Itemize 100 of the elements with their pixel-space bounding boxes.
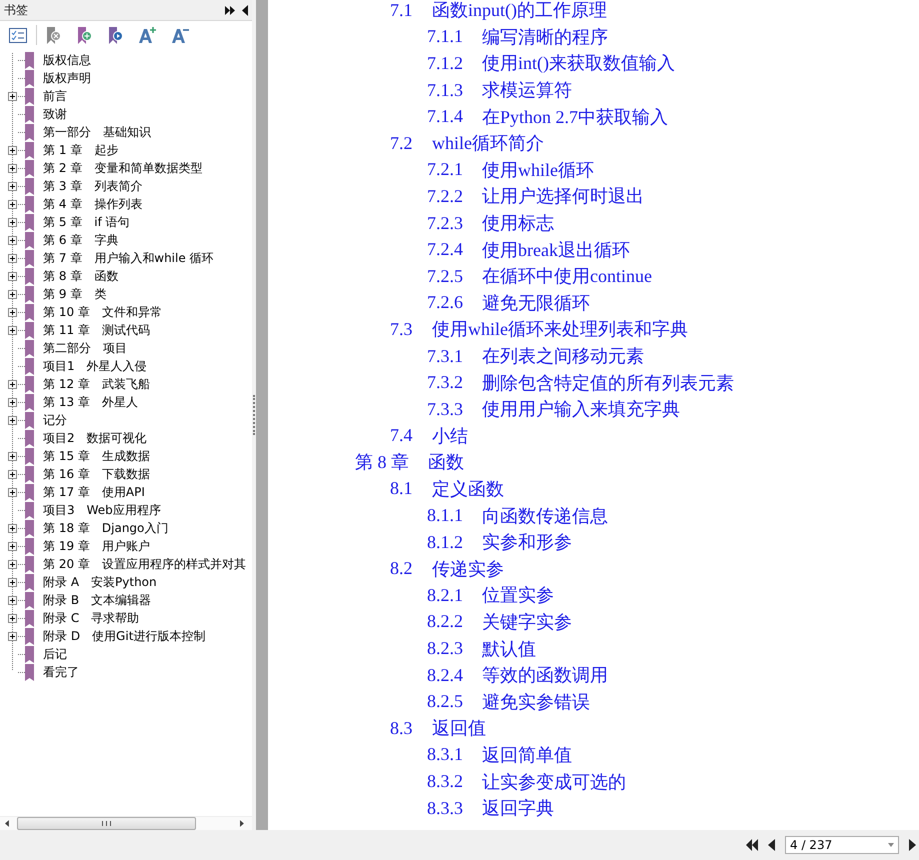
bookmark-item[interactable]: 后记 (43, 646, 67, 662)
bookmark-item[interactable]: 版权声明 (43, 70, 91, 86)
bookmark-item[interactable]: 附录 B 文本编辑器 (43, 592, 152, 608)
bookmark-icon (25, 394, 34, 410)
scrollbar-thumb[interactable] (16, 817, 196, 830)
subsection-title: 默认值 (482, 638, 536, 661)
bookmark-icon (25, 160, 34, 176)
section-number: 7.2 (390, 132, 414, 154)
scroll-right-icon[interactable] (240, 820, 244, 827)
bookmark-item[interactable]: 前言 (43, 88, 67, 104)
subsection-title: 删除包含特定值的所有列表元素 (482, 372, 734, 395)
expand-icon[interactable] (8, 452, 17, 460)
bookmark-item[interactable]: 第 6 章 字典 (43, 232, 118, 248)
expand-icon[interactable] (8, 398, 17, 406)
dropdown-icon[interactable] (888, 843, 894, 847)
bookmark-item[interactable]: 第 10 章 文件和异常 (43, 304, 162, 320)
add-bookmark-icon[interactable] (77, 26, 93, 44)
expand-icon[interactable] (8, 524, 17, 532)
subsection-number: 8.2.4 (427, 664, 464, 686)
bookmark-icon (25, 502, 34, 518)
bookmark-item[interactable]: 第 9 章 类 (43, 286, 106, 302)
bookmark-item[interactable]: 第 7 章 用户输入和while 循环 (43, 250, 214, 266)
bookmark-item[interactable]: 致谢 (43, 106, 67, 122)
subsection-title: 使用int()来获取数值输入 (482, 52, 675, 76)
bookmark-item[interactable]: 附录 A 安装Python (43, 574, 157, 590)
subsection-number: 8.2.1 (427, 584, 464, 606)
panel-title: 书签 (4, 2, 29, 18)
bookmark-item[interactable]: 第二部分 项目 (43, 340, 127, 356)
expand-icon[interactable] (8, 380, 17, 388)
bookmark-item[interactable]: 附录 C 寻求帮助 (43, 610, 140, 626)
bookmark-item[interactable]: 记分 (43, 412, 67, 428)
bookmark-item[interactable]: 第 16 章 下载数据 (43, 466, 150, 482)
expand-icon[interactable] (8, 614, 17, 622)
subsection-title: 求模运算符 (482, 79, 572, 102)
expand-icon[interactable] (8, 632, 17, 640)
expand-icon[interactable] (8, 254, 17, 262)
font-increase-icon[interactable] (139, 27, 157, 43)
subsection-title: 返回字典 (482, 797, 554, 820)
bookmark-item[interactable]: 看完了 (43, 664, 79, 680)
subsection-number: 8.3.3 (427, 798, 464, 819)
collapse-arrow-icon[interactable] (242, 4, 248, 16)
previous-page-icon[interactable] (768, 839, 775, 851)
bookmark-item[interactable]: 第 8 章 函数 (43, 268, 118, 284)
bookmark-item[interactable]: 第 5 章 if 语句 (43, 214, 130, 230)
section-title: 定义函数 (432, 478, 504, 501)
expand-icon[interactable] (8, 218, 17, 226)
expand-icon[interactable] (8, 200, 17, 208)
scroll-left-icon[interactable] (5, 820, 9, 827)
subsection-number: 7.1.3 (427, 80, 464, 101)
first-page-icon[interactable] (746, 839, 758, 851)
expand-icon[interactable] (8, 236, 17, 244)
bookmark-icon (25, 484, 34, 500)
bookmark-item[interactable]: 第 18 章 Django入门 (43, 520, 168, 536)
bookmark-item[interactable]: 第 13 章 外星人 (43, 394, 138, 410)
bookmark-item[interactable]: 第一部分 基础知识 (43, 124, 151, 140)
bookmark-item[interactable]: 附录 D 使用Git进行版本控制 (43, 628, 206, 644)
expand-icon[interactable] (8, 92, 17, 100)
expand-icon[interactable] (8, 416, 17, 424)
subsection-number: 7.3.2 (427, 372, 464, 394)
page-number-field[interactable]: 4 / 237 (785, 836, 899, 854)
expand-icon[interactable] (8, 308, 17, 316)
bookmark-item[interactable]: 版权信息 (43, 52, 91, 68)
bookmark-item[interactable]: 第 2 章 变量和简单数据类型 (43, 160, 202, 176)
bookmark-item[interactable]: 第 1 章 起步 (43, 142, 118, 158)
bookmark-item[interactable]: 第 4 章 操作列表 (43, 196, 142, 212)
expand-icon[interactable] (8, 578, 17, 586)
bookmark-item[interactable]: 第 19 章 用户账户 (43, 538, 150, 554)
expand-icon[interactable] (8, 488, 17, 496)
font-decrease-icon[interactable] (172, 27, 190, 43)
bookmark-icon (25, 430, 34, 446)
subsection-title: 等效的函数调用 (482, 664, 608, 688)
expand-icon[interactable] (8, 560, 17, 568)
bookmark-item[interactable]: 项目3 Web应用程序 (43, 502, 161, 518)
bookmark-item[interactable]: 项目1 外星人入侵 (43, 358, 147, 374)
bookmark-item[interactable]: 第 15 章 生成数据 (43, 448, 150, 464)
bookmark-item[interactable]: 第 17 章 使用API (43, 484, 145, 500)
next-page-icon[interactable] (909, 839, 916, 851)
go-bookmark-icon[interactable] (108, 26, 124, 44)
subsection-title: 位置实参 (482, 584, 554, 608)
double-arrow-icon[interactable] (225, 6, 236, 14)
bookmark-item[interactable]: 第 12 章 武装飞船 (43, 376, 150, 392)
expand-icon[interactable] (8, 326, 17, 334)
bookmark-item[interactable]: 第 3 章 列表简介 (43, 178, 142, 194)
expand-icon[interactable] (8, 596, 17, 604)
expand-icon[interactable] (8, 290, 17, 298)
expand-icon[interactable] (8, 164, 17, 172)
expand-icon[interactable] (8, 272, 17, 280)
bookmark-item[interactable]: 第 20 章 设置应用程序的样式并对其 (43, 556, 246, 572)
subsection-number: 7.2.6 (427, 292, 464, 314)
subsection-title: 在列表之间移动元素 (482, 345, 644, 368)
expand-icon[interactable] (8, 542, 17, 550)
bookmark-item[interactable]: 项目2 数据可视化 (43, 430, 147, 446)
expand-icon[interactable] (8, 146, 17, 154)
bookmark-item[interactable]: 第 11 章 测试代码 (43, 322, 150, 338)
delete-bookmark-icon[interactable] (46, 26, 62, 44)
bookmark-icon (25, 142, 34, 158)
expand-icon[interactable] (8, 182, 17, 190)
checklist-icon[interactable] (9, 28, 27, 42)
section-number: 8.1 (390, 478, 414, 500)
expand-icon[interactable] (8, 470, 17, 478)
